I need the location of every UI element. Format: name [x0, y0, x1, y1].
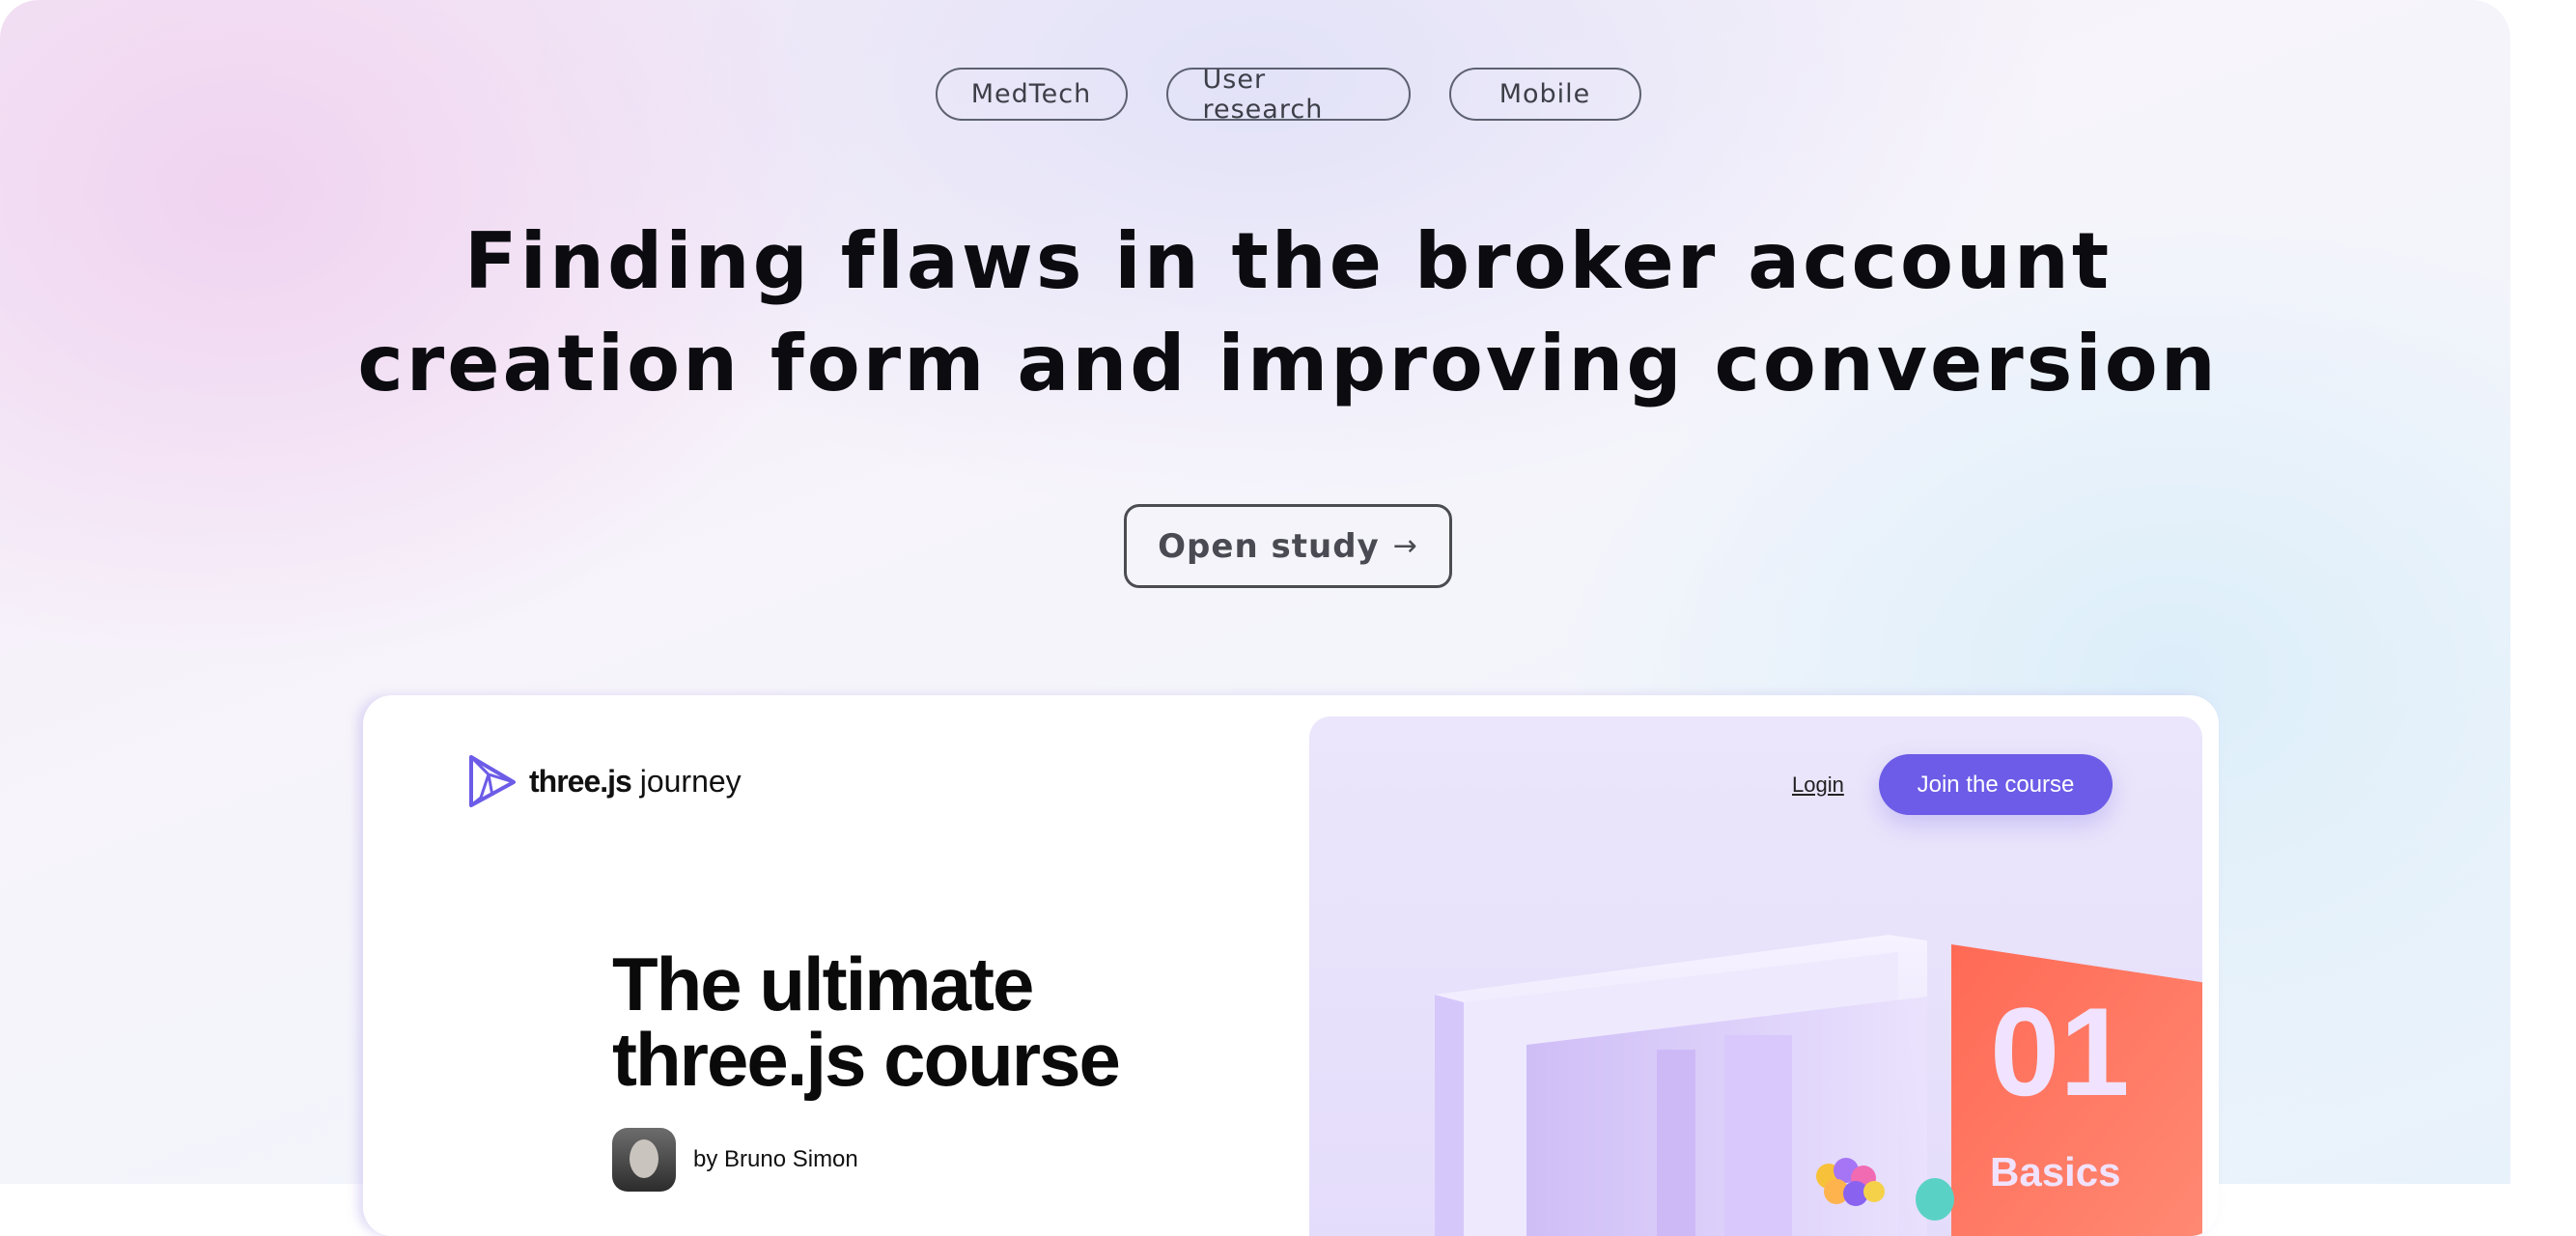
tag-user-research[interactable]: User research [1165, 65, 1411, 125]
page-title-line-1: Finding flaws in the broker account [463, 216, 2113, 306]
author-name: by Bruno Simon [693, 1146, 858, 1172]
author-byline: by Bruno Simon [612, 1128, 858, 1192]
open-study-button[interactable]: Open study → [1124, 504, 1452, 588]
login-link[interactable]: Login [1792, 772, 1844, 798]
threejs-logo-icon [469, 755, 516, 807]
logo-wordmark: three.js journey [529, 764, 742, 800]
teal-sphere-icon [1916, 1178, 1954, 1221]
badge-label: Basics [1990, 1149, 2120, 1194]
page-title: Finding flaws in the broker account crea… [0, 211, 2576, 415]
tag-medtech[interactable]: MedTech [935, 68, 1128, 121]
arrow-right-icon: → [1392, 529, 1418, 563]
tag-list: MedTech User research Mobile [0, 65, 2576, 125]
course-title: The ultimate three.js course [612, 941, 1121, 1102]
tag-mobile[interactable]: Mobile [1448, 68, 1641, 121]
course-title-line-2: three.js course [612, 1017, 1121, 1102]
badge-number: 01 [1990, 981, 2130, 1122]
page-edge [2510, 0, 2576, 1184]
logo-wordmark-bold: three.js [529, 763, 632, 799]
open-study-label: Open study [1158, 526, 1380, 566]
page-title-line-2: creation form and improving conversion [357, 319, 2219, 408]
threejs-journey-logo: three.js journey [467, 753, 742, 809]
join-course-button[interactable]: Join the course [1879, 754, 2113, 815]
logo-wordmark-light: journey [630, 763, 742, 799]
course-title-line-1: The ultimate [612, 941, 1034, 1026]
avatar [612, 1128, 676, 1192]
